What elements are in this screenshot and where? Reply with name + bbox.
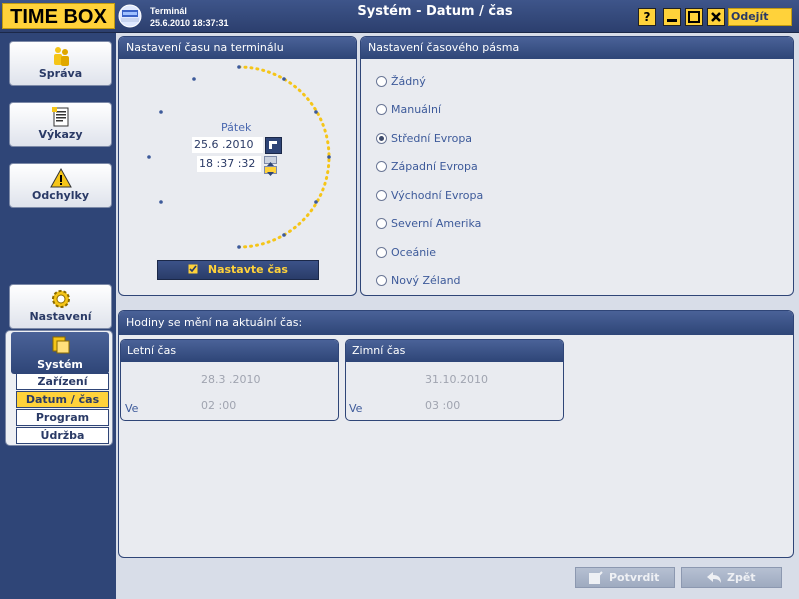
window-title: Systém - Datum / čas — [357, 4, 513, 19]
nav-sprava-label: Správa — [38, 67, 83, 80]
maximize-icon — [688, 11, 700, 23]
time-down-button[interactable] — [264, 166, 277, 176]
summer-ve-label: Ve — [125, 402, 139, 415]
nav-system-label: Systém — [37, 358, 83, 371]
winter-date[interactable]: 31.10.2010 — [425, 373, 488, 386]
time-panel-title: Nastavení času na terminálu — [119, 37, 356, 59]
radio-dot-selected — [376, 133, 387, 144]
confirm-label: Potvrdit — [609, 571, 660, 584]
back-button[interactable]: Zpět — [681, 567, 782, 588]
nav-vykazy-label: Výkazy — [38, 128, 83, 141]
tz-option-label: Severní Amerika — [391, 217, 482, 230]
back-arrow-icon — [707, 572, 721, 583]
dst-panel-title: Hodiny se mění na aktuální čas: — [119, 311, 793, 335]
edit-icon — [589, 571, 603, 584]
back-label: Zpět — [727, 571, 756, 584]
winter-ve-label: Ve — [349, 402, 363, 415]
summer-time[interactable]: 02 :00 — [201, 399, 236, 412]
set-time-button[interactable]: Nastavte čas — [157, 260, 319, 280]
tz-option-label: Manuální — [391, 103, 441, 116]
tz-option-zadny[interactable]: Žádný — [376, 75, 426, 88]
timezone-panel: Nastavení časového pásma Žádný Manuální … — [360, 36, 794, 296]
radio-dot — [376, 190, 387, 201]
radio-dot — [376, 275, 387, 286]
exit-button[interactable]: Odejít — [728, 8, 792, 26]
nav-sprava-button[interactable]: Správa — [9, 41, 112, 86]
tz-option-label: Východní Evropa — [391, 189, 484, 202]
close-button[interactable] — [707, 8, 725, 26]
calendar-button[interactable] — [265, 137, 282, 154]
date-input[interactable]: 25.6 .2010 — [192, 137, 263, 153]
nav-nastaveni-button[interactable]: Nastavení — [9, 284, 112, 329]
terminal-datetime: 25.6.2010 18:37:31 — [150, 18, 229, 28]
check-icon — [188, 264, 198, 274]
tz-option-label: Oceánie — [391, 246, 437, 259]
day-label: Pátek — [221, 121, 252, 134]
report-icon — [52, 107, 69, 127]
time-input[interactable]: 18 :37 :32 — [197, 156, 261, 172]
warning-icon — [50, 167, 72, 188]
minimize-icon — [667, 19, 677, 22]
nav-vykazy-button[interactable]: Výkazy — [9, 102, 112, 147]
close-icon — [711, 12, 721, 22]
nav-odchylky-button[interactable]: Odchylky — [9, 163, 112, 208]
sidebar: Správa Výkazy Odchylky Nastavení — [0, 33, 116, 599]
subnav-udrzba[interactable]: Údržba — [16, 427, 109, 444]
users-icon — [54, 47, 69, 66]
time-up-button[interactable] — [264, 156, 277, 166]
terminal-icon — [118, 4, 142, 28]
summer-time-title: Letní čas — [121, 340, 338, 362]
radio-dot — [376, 161, 387, 172]
winter-time[interactable]: 03 :00 — [425, 399, 460, 412]
tz-option-novy-zeland[interactable]: Nový Zéland — [376, 274, 461, 287]
subnav-program[interactable]: Program — [16, 409, 109, 426]
subnav-datum-cas[interactable]: Datum / čas — [16, 391, 109, 408]
gear-icon — [52, 290, 70, 308]
title-bar: TIME BOX Terminál 25.6.2010 18:37:31 Sys… — [0, 0, 799, 33]
help-button[interactable]: ? — [638, 8, 656, 26]
nav-odchylky-label: Odchylky — [31, 189, 89, 202]
winter-time-title: Zimní čas — [346, 340, 563, 362]
tz-option-label: Západní Evropa — [391, 160, 478, 173]
tz-option-label: Nový Zéland — [391, 274, 461, 287]
help-icon: ? — [643, 10, 651, 24]
set-time-label: Nastavte čas — [207, 263, 288, 276]
terminal-label: Terminál — [150, 6, 187, 16]
system-group: Systém Zařízení Datum / čas Program Údrž… — [5, 330, 113, 446]
summer-date[interactable]: 28.3 .2010 — [201, 373, 260, 386]
nav-system-button[interactable]: Systém — [11, 332, 109, 374]
minimize-button[interactable] — [663, 8, 681, 26]
tz-option-zapadni-evropa[interactable]: Západní Evropa — [376, 160, 478, 173]
subnav-zarizeni[interactable]: Zařízení — [16, 373, 109, 390]
tz-option-vychodni-evropa[interactable]: Východní Evropa — [376, 189, 483, 202]
system-icon — [52, 336, 70, 354]
radio-dot — [376, 104, 387, 115]
nav-nastaveni-label: Nastavení — [29, 310, 92, 323]
tz-option-label: Střední Evropa — [391, 132, 473, 145]
tz-option-manualni[interactable]: Manuální — [376, 103, 441, 116]
dst-panel: Hodiny se mění na aktuální čas: Letní ča… — [118, 310, 794, 558]
summer-time-panel: Letní čas 28.3 .2010 Ve 02 :00 — [120, 339, 339, 421]
tz-option-label: Žádný — [391, 75, 426, 88]
tz-option-severni-amerika[interactable]: Severní Amerika — [376, 217, 481, 230]
time-panel: Nastavení času na terminálu Pátek 25.6 .… — [118, 36, 357, 296]
app-logo: TIME BOX — [2, 3, 115, 29]
radio-dot — [376, 76, 387, 87]
tz-option-oceanie[interactable]: Oceánie — [376, 246, 436, 259]
winter-time-panel: Zimní čas 31.10.2010 Ve 03 :00 — [345, 339, 564, 421]
timezone-panel-title: Nastavení časového pásma — [361, 37, 793, 59]
arrow-down-icon — [267, 172, 274, 176]
maximize-button[interactable] — [685, 8, 703, 26]
calendar-icon — [269, 141, 277, 149]
confirm-button[interactable]: Potvrdit — [575, 567, 675, 588]
radio-dot — [376, 247, 387, 258]
radio-dot — [376, 218, 387, 229]
tz-option-stredni-evropa[interactable]: Střední Evropa — [376, 132, 472, 145]
